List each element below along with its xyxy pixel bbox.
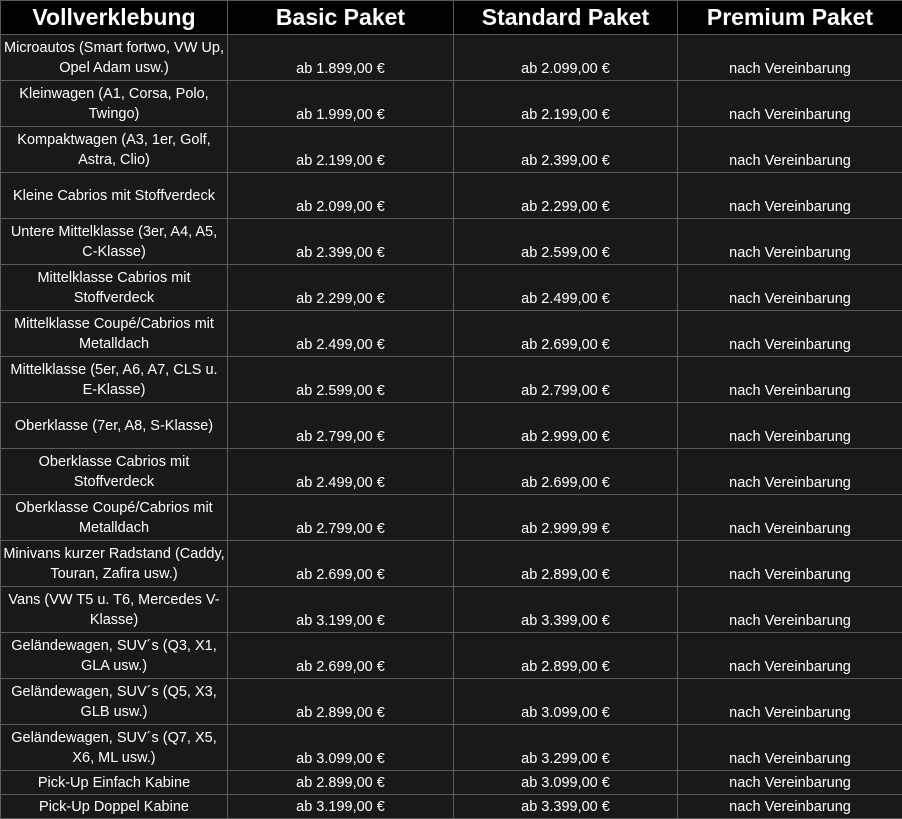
standard-price: ab 2.699,00 € — [453, 310, 678, 357]
standard-price: ab 3.099,00 € — [453, 678, 678, 725]
vehicle-category: Pick-Up Einfach Kabine — [0, 770, 228, 795]
premium-price: nach Vereinbarung — [677, 126, 902, 173]
basic-price: ab 2.599,00 € — [227, 356, 454, 403]
standard-price: ab 2.899,00 € — [453, 540, 678, 587]
standard-price: ab 3.399,00 € — [453, 794, 678, 819]
price-table: Vollverklebung Basic Paket Standard Pake… — [0, 0, 902, 819]
standard-price: ab 2.399,00 € — [453, 126, 678, 173]
basic-price: ab 2.699,00 € — [227, 632, 454, 679]
basic-price: ab 2.499,00 € — [227, 448, 454, 495]
basic-price: ab 2.099,00 € — [227, 172, 454, 219]
vehicle-category: Oberklasse Coupé/Cabrios mit Metalldach — [0, 494, 228, 541]
table-row: Kleinwagen (A1, Corsa, Polo, Twingo) ab … — [0, 80, 902, 127]
table-row: Mittelklasse Coupé/Cabrios mit Metalldac… — [0, 310, 902, 357]
header-category: Vollverklebung — [0, 0, 228, 35]
basic-price: ab 2.399,00 € — [227, 218, 454, 265]
table-row: Geländewagen, SUV´s (Q7, X5, X6, ML usw.… — [0, 724, 902, 771]
table-row: Oberklasse Cabrios mit Stoffverdeck ab 2… — [0, 448, 902, 495]
basic-price: ab 2.499,00 € — [227, 310, 454, 357]
basic-price: ab 3.199,00 € — [227, 794, 454, 819]
basic-price: ab 2.699,00 € — [227, 540, 454, 587]
standard-price: ab 2.499,00 € — [453, 264, 678, 311]
standard-price: ab 2.799,00 € — [453, 356, 678, 403]
premium-price: nach Vereinbarung — [677, 632, 902, 679]
standard-price: ab 3.099,00 € — [453, 770, 678, 795]
table-row: Kompaktwagen (A3, 1er, Golf, Astra, Clio… — [0, 126, 902, 173]
vehicle-category: Minivans kurzer Radstand (Caddy, Touran,… — [0, 540, 228, 587]
premium-price: nach Vereinbarung — [677, 402, 902, 449]
basic-price: ab 3.099,00 € — [227, 724, 454, 771]
vehicle-category: Mittelklasse Cabrios mit Stoffverdeck — [0, 264, 228, 311]
standard-price: ab 2.899,00 € — [453, 632, 678, 679]
vehicle-category: Geländewagen, SUV´s (Q7, X5, X6, ML usw.… — [0, 724, 228, 771]
premium-price: nach Vereinbarung — [677, 80, 902, 127]
basic-price: ab 2.799,00 € — [227, 494, 454, 541]
basic-price: ab 1.899,00 € — [227, 34, 454, 81]
basic-price: ab 2.899,00 € — [227, 678, 454, 725]
premium-price: nach Vereinbarung — [677, 172, 902, 219]
premium-price: nach Vereinbarung — [677, 218, 902, 265]
table-row: Oberklasse Coupé/Cabrios mit Metalldach … — [0, 494, 902, 541]
standard-price: ab 2.099,00 € — [453, 34, 678, 81]
premium-price: nach Vereinbarung — [677, 794, 902, 819]
premium-price: nach Vereinbarung — [677, 724, 902, 771]
table-row: Microautos (Smart fortwo, VW Up, Opel Ad… — [0, 34, 902, 81]
vehicle-category: Kompaktwagen (A3, 1er, Golf, Astra, Clio… — [0, 126, 228, 173]
premium-price: nach Vereinbarung — [677, 586, 902, 633]
table-row: Minivans kurzer Radstand (Caddy, Touran,… — [0, 540, 902, 587]
vehicle-category: Geländewagen, SUV´s (Q5, X3, GLB usw.) — [0, 678, 228, 725]
premium-price: nach Vereinbarung — [677, 678, 902, 725]
standard-price: ab 2.599,00 € — [453, 218, 678, 265]
premium-price: nach Vereinbarung — [677, 494, 902, 541]
header-row: Vollverklebung Basic Paket Standard Pake… — [0, 0, 902, 35]
header-basic: Basic Paket — [227, 0, 454, 35]
premium-price: nach Vereinbarung — [677, 264, 902, 311]
vehicle-category: Oberklasse (7er, A8, S-Klasse) — [0, 402, 228, 449]
premium-price: nach Vereinbarung — [677, 770, 902, 795]
standard-price: ab 2.999,00 € — [453, 402, 678, 449]
table-row: Mittelklasse (5er, A6, A7, CLS u. E-Klas… — [0, 356, 902, 403]
premium-price: nach Vereinbarung — [677, 356, 902, 403]
basic-price: ab 2.799,00 € — [227, 402, 454, 449]
standard-price: ab 2.699,00 € — [453, 448, 678, 495]
premium-price: nach Vereinbarung — [677, 448, 902, 495]
vehicle-category: Microautos (Smart fortwo, VW Up, Opel Ad… — [0, 34, 228, 81]
table-row: Pick-Up Doppel Kabine ab 3.199,00 € ab 3… — [0, 794, 902, 819]
standard-price: ab 3.299,00 € — [453, 724, 678, 771]
table-row: Vans (VW T5 u. T6, Mercedes V-Klasse) ab… — [0, 586, 902, 633]
table-row: Untere Mittelklasse (3er, A4, A5, C-Klas… — [0, 218, 902, 265]
table-row: Geländewagen, SUV´s (Q3, X1, GLA usw.) a… — [0, 632, 902, 679]
table-row: Kleine Cabrios mit Stoffverdeck ab 2.099… — [0, 172, 902, 219]
premium-price: nach Vereinbarung — [677, 310, 902, 357]
table-row: Mittelklasse Cabrios mit Stoffverdeck ab… — [0, 264, 902, 311]
vehicle-category: Kleine Cabrios mit Stoffverdeck — [0, 172, 228, 219]
table-row: Geländewagen, SUV´s (Q5, X3, GLB usw.) a… — [0, 678, 902, 725]
premium-price: nach Vereinbarung — [677, 34, 902, 81]
standard-price: ab 3.399,00 € — [453, 586, 678, 633]
table-row: Oberklasse (7er, A8, S-Klasse) ab 2.799,… — [0, 402, 902, 449]
standard-price: ab 2.299,00 € — [453, 172, 678, 219]
basic-price: ab 2.199,00 € — [227, 126, 454, 173]
basic-price: ab 3.199,00 € — [227, 586, 454, 633]
vehicle-category: Mittelklasse (5er, A6, A7, CLS u. E-Klas… — [0, 356, 228, 403]
standard-price: ab 2.999,99 € — [453, 494, 678, 541]
basic-price: ab 2.899,00 € — [227, 770, 454, 795]
vehicle-category: Pick-Up Doppel Kabine — [0, 794, 228, 819]
header-standard: Standard Paket — [453, 0, 678, 35]
header-premium: Premium Paket — [677, 0, 902, 35]
basic-price: ab 1.999,00 € — [227, 80, 454, 127]
vehicle-category: Oberklasse Cabrios mit Stoffverdeck — [0, 448, 228, 495]
premium-price: nach Vereinbarung — [677, 540, 902, 587]
vehicle-category: Mittelklasse Coupé/Cabrios mit Metalldac… — [0, 310, 228, 357]
vehicle-category: Vans (VW T5 u. T6, Mercedes V-Klasse) — [0, 586, 228, 633]
vehicle-category: Untere Mittelklasse (3er, A4, A5, C-Klas… — [0, 218, 228, 265]
basic-price: ab 2.299,00 € — [227, 264, 454, 311]
table-row: Pick-Up Einfach Kabine ab 2.899,00 € ab … — [0, 770, 902, 795]
vehicle-category: Geländewagen, SUV´s (Q3, X1, GLA usw.) — [0, 632, 228, 679]
standard-price: ab 2.199,00 € — [453, 80, 678, 127]
vehicle-category: Kleinwagen (A1, Corsa, Polo, Twingo) — [0, 80, 228, 127]
